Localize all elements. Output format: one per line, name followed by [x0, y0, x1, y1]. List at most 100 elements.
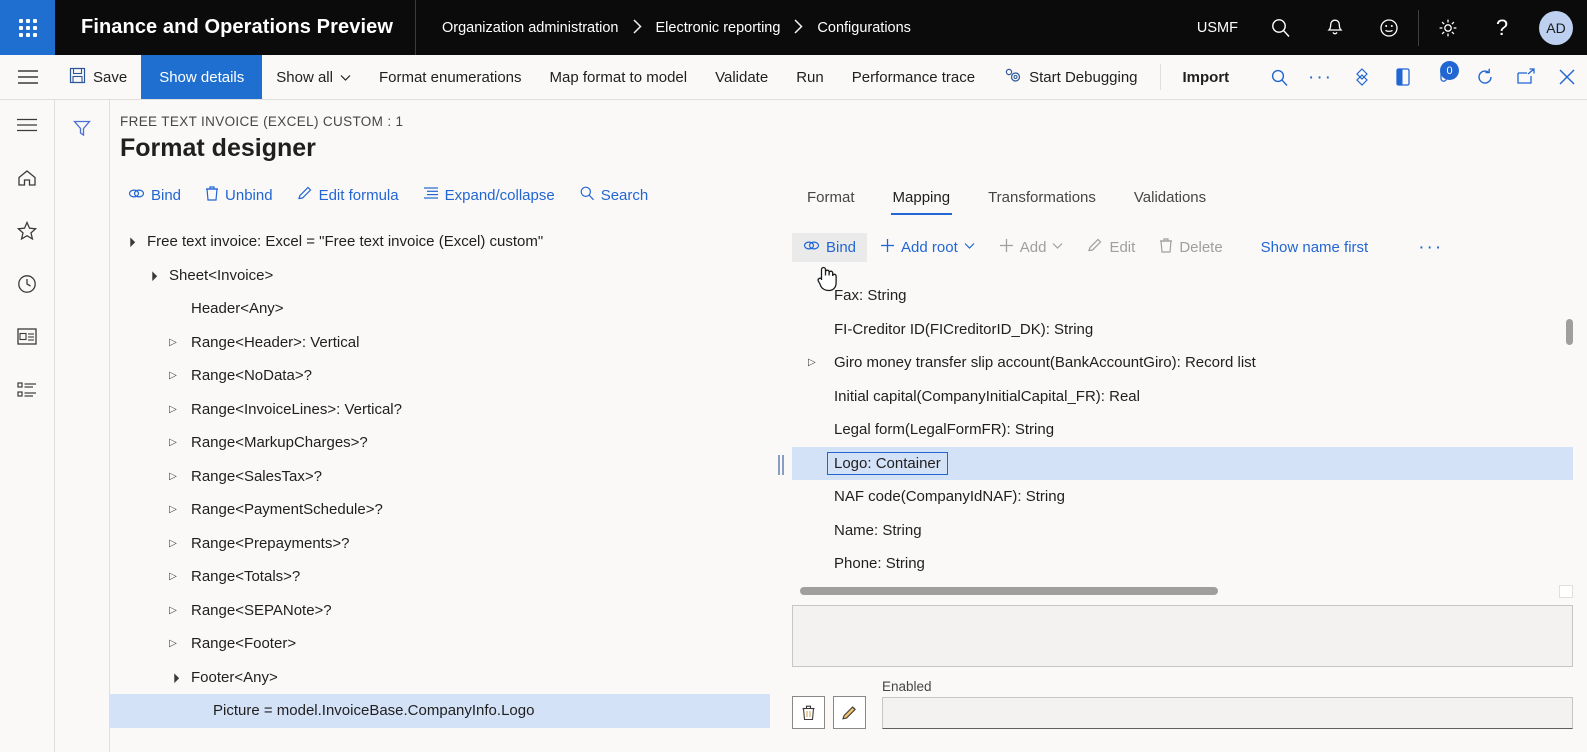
expand-triangle-icon[interactable]: [166, 571, 180, 582]
page-header: FREE TEXT INVOICE (EXCEL) CUSTOM : 1 For…: [110, 100, 1587, 163]
tab-validations[interactable]: Validations: [1119, 183, 1221, 215]
model-data-list[interactable]: Fax: String FI-Creditor ID(FICreditorID_D…: [792, 279, 1573, 598]
tree-row[interactable]: Range<Prepayments>?: [110, 527, 770, 561]
attachments-icon[interactable]: [1341, 55, 1382, 99]
collapse-triangle-icon[interactable]: [144, 270, 158, 281]
tree-row[interactable]: Range<Totals>?: [110, 560, 770, 594]
mapping-pane-tabs[interactable]: Format Mapping Transformations Validations: [792, 177, 1573, 215]
expand-triangle-icon[interactable]: [166, 471, 180, 482]
format-unbind-button[interactable]: Unbind: [195, 180, 283, 210]
expand-triangle-icon[interactable]: [166, 538, 180, 549]
horizontal-scrollbar[interactable]: [792, 584, 1573, 598]
expand-triangle-icon[interactable]: [166, 605, 180, 616]
search-icon[interactable]: [1259, 55, 1300, 99]
tree-row[interactable]: Free text invoice: Excel = "Free text in…: [110, 225, 770, 259]
modules-list-icon[interactable]: [12, 375, 42, 405]
tree-row[interactable]: Range<SalesTax>?: [110, 460, 770, 494]
notifications-icon[interactable]: 0: [1423, 55, 1464, 99]
expand-triangle-icon[interactable]: [166, 404, 180, 415]
start-debugging-button[interactable]: Start Debugging: [989, 55, 1151, 99]
tree-row[interactable]: Picture = model.InvoiceBase.CompanyInfo.…: [110, 694, 770, 728]
breadcrumb-item-configurations[interactable]: Configurations: [817, 20, 911, 36]
list-item[interactable]: Fax: String: [792, 279, 1573, 313]
tree-row[interactable]: Range<MarkupCharges>?: [110, 426, 770, 460]
hamburger-menu-icon[interactable]: [12, 110, 42, 140]
office-app-icon[interactable]: [1382, 55, 1423, 99]
refresh-icon[interactable]: [1464, 55, 1505, 99]
tree-row[interactable]: Range<SEPANote>?: [110, 594, 770, 628]
notifications-bell-icon[interactable]: [1308, 0, 1362, 55]
show-details-button[interactable]: Show details: [141, 55, 263, 99]
tree-row[interactable]: Range<NoData>?: [110, 359, 770, 393]
home-icon[interactable]: [12, 163, 42, 193]
tree-row[interactable]: Range<Header>: Vertical: [110, 326, 770, 360]
list-item[interactable]: Logo: Container: [792, 446, 1573, 480]
run-button[interactable]: Run: [782, 55, 838, 99]
collapse-triangle-icon[interactable]: [166, 672, 180, 683]
pane-splitter[interactable]: [770, 177, 792, 752]
tab-mapping[interactable]: Mapping: [878, 183, 966, 215]
tab-format[interactable]: Format: [792, 183, 870, 215]
breadcrumb-item-organization-administration[interactable]: Organization administration: [442, 20, 619, 36]
save-button[interactable]: Save: [55, 55, 141, 99]
search-icon[interactable]: [1254, 0, 1308, 55]
help-question-icon[interactable]: ?: [1475, 0, 1529, 55]
tree-row[interactable]: Range<PaymentSchedule>?: [110, 493, 770, 527]
avatar[interactable]: AD: [1539, 10, 1573, 45]
edit-binding-button[interactable]: [833, 695, 866, 729]
enabled-input[interactable]: [882, 696, 1573, 729]
delete-binding-button[interactable]: [792, 695, 825, 729]
list-item[interactable]: FI-Creditor ID(FICreditorID_DK): String: [792, 313, 1573, 347]
list-item[interactable]: ▷ Giro money transfer slip account(BankAc…: [792, 346, 1573, 380]
mapping-add-root-button[interactable]: Add root: [869, 232, 986, 263]
list-item[interactable]: NAF code(CompanyIdNAF): String: [792, 480, 1573, 514]
format-search-button[interactable]: Search: [569, 180, 659, 210]
open-in-new-window-icon[interactable]: [1505, 55, 1546, 99]
breadcrumb-item-electronic-reporting[interactable]: Electronic reporting: [656, 20, 781, 36]
tree-row[interactable]: Range<Footer>: [110, 627, 770, 661]
list-item[interactable]: Legal form(LegalFormFR): String: [792, 413, 1573, 447]
mapping-overflow-button[interactable]: ···: [1407, 232, 1454, 263]
expand-triangle-icon[interactable]: ▷: [808, 357, 834, 368]
company-selector[interactable]: USMF: [1181, 20, 1254, 36]
expand-triangle-icon[interactable]: [166, 437, 180, 448]
format-enumerations-button[interactable]: Format enumerations: [365, 55, 536, 99]
map-format-to-model-button[interactable]: Map format to model: [536, 55, 702, 99]
mapping-bind-button[interactable]: Bind: [792, 232, 868, 262]
tree-row[interactable]: Sheet<Invoice>: [110, 259, 770, 293]
import-button[interactable]: Import: [1169, 55, 1244, 99]
collapse-triangle-icon[interactable]: [122, 236, 136, 247]
list-item[interactable]: Name: String: [792, 514, 1573, 548]
tree-row[interactable]: Footer<Any>: [110, 661, 770, 695]
favorites-star-icon[interactable]: [12, 216, 42, 246]
tree-row[interactable]: Range<InvoiceLines>: Vertical?: [110, 393, 770, 427]
format-expand-collapse-button[interactable]: Expand/collapse: [413, 181, 565, 209]
recent-clock-icon[interactable]: [12, 269, 42, 299]
format-edit-formula-button[interactable]: Edit formula: [287, 180, 409, 210]
format-bind-button[interactable]: Bind: [118, 182, 191, 209]
format-tree[interactable]: Free text invoice: Excel = "Free text in…: [110, 225, 770, 752]
navigation-menu-toggle[interactable]: [0, 55, 55, 99]
horizontal-scrollbar-thumb[interactable]: [800, 586, 1218, 595]
expand-triangle-icon[interactable]: [166, 370, 180, 381]
expand-triangle-icon[interactable]: [166, 638, 180, 649]
tab-transformations[interactable]: Transformations: [973, 183, 1111, 215]
performance-trace-button[interactable]: Performance trace: [838, 55, 989, 99]
feedback-smiley-icon[interactable]: [1362, 0, 1416, 55]
mapping-show-name-first-button[interactable]: Show name first: [1250, 233, 1380, 262]
formula-preview-box[interactable]: [792, 604, 1573, 667]
list-item[interactable]: Initial capital(CompanyInitialCapital_FR…: [792, 380, 1573, 414]
vertical-scrollbar-thumb[interactable]: [1566, 319, 1573, 345]
overflow-ellipsis-icon[interactable]: ···: [1300, 55, 1341, 99]
validate-button[interactable]: Validate: [701, 55, 782, 99]
filter-funnel-icon[interactable]: [67, 113, 97, 143]
expand-triangle-icon[interactable]: [166, 337, 180, 348]
workspaces-icon[interactable]: [12, 322, 42, 352]
list-item[interactable]: Phone: String: [792, 547, 1573, 581]
app-launcher-waffle-button[interactable]: [0, 0, 55, 55]
tree-row[interactable]: Header<Any>: [110, 292, 770, 326]
show-all-button[interactable]: Show all: [262, 55, 365, 99]
settings-gear-icon[interactable]: [1421, 0, 1475, 55]
close-icon[interactable]: [1546, 55, 1587, 99]
expand-triangle-icon[interactable]: [166, 504, 180, 515]
